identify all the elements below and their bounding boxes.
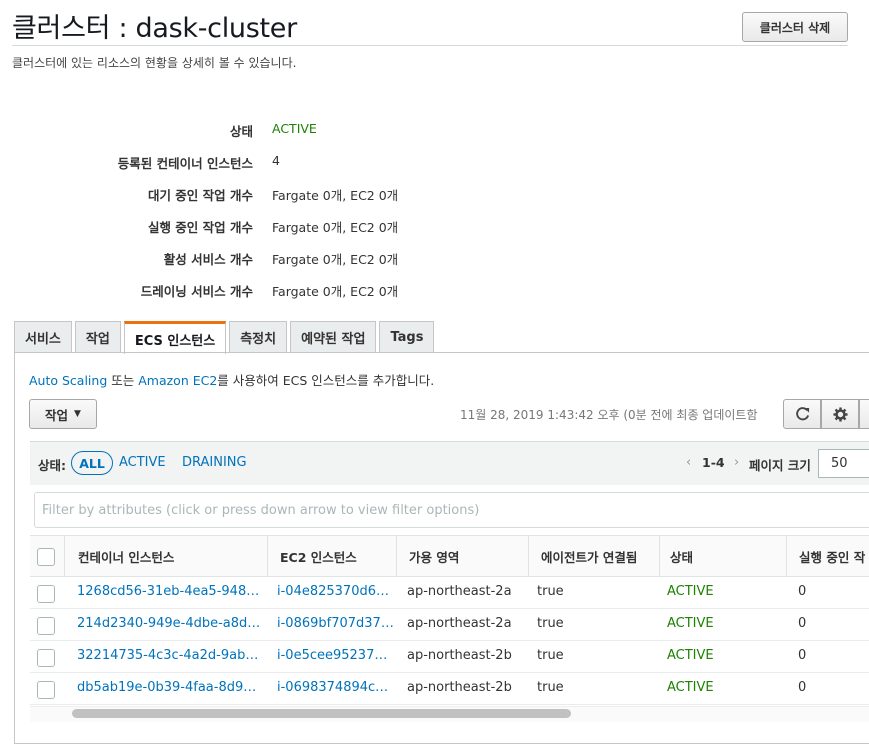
detail-label-active-services: 활성 서비스 개수 [163,252,253,267]
running-tasks-cell: 0 [798,648,807,663]
prev-page-icon[interactable]: ‹ [686,455,691,470]
more-options-button[interactable] [859,399,869,429]
status-filter-active[interactable]: ACTIVE [119,455,166,470]
row-checkbox[interactable] [37,585,55,603]
column-header-running-tasks[interactable]: 실행 중인 작 [799,547,865,566]
tab-divider [14,352,869,353]
tab-tags[interactable]: Tags [379,321,435,353]
column-separator [64,535,65,577]
refresh-icon [795,406,809,420]
status-filter-all[interactable]: ALL [71,451,113,475]
status-filter-label: 상태: [38,458,66,473]
detail-label-draining-services: 드레이닝 서비스 개수 [140,284,253,299]
page-subtitle: 클러스터에 있는 리소스의 현황을 상세히 볼 수 있습니다. [12,56,297,70]
container-instance-link[interactable]: 32214735-4c3c-4a2d-9ab… [77,648,258,663]
detail-value-active-services: Fargate 0개, EC2 0개 [272,252,399,267]
detail-value-status: ACTIVE [272,121,317,136]
row-checkbox[interactable] [37,681,55,699]
column-header-ec2-instance[interactable]: EC2 인스턴스 [280,547,357,566]
running-tasks-cell: 0 [798,616,807,631]
status-cell: ACTIVE [667,616,714,631]
container-instance-link[interactable]: db5ab19e-0b39-4faa-8d9… [77,680,256,695]
availability-zone-cell: ap-northeast-2a [407,616,512,631]
detail-value-registered-instances: 4 [272,153,280,168]
agent-connected-cell: true [537,584,564,599]
ec2-instance-link[interactable]: i-0e5cee95237… [277,648,387,663]
column-separator [659,535,660,577]
status-cell: ACTIVE [667,584,714,599]
next-page-icon[interactable]: › [734,455,739,470]
select-all-checkbox[interactable] [37,548,55,566]
detail-value-draining-services: Fargate 0개, EC2 0개 [272,284,399,299]
agent-connected-cell: true [537,616,564,631]
info-text-or: 또는 [107,373,139,388]
detail-label-registered-instances: 등록된 컨테이너 인스턴스 [117,156,253,171]
row-checkbox[interactable] [37,617,55,635]
column-header-container-instance[interactable]: 컨테이너 인스턴스 [78,547,174,566]
ec2-instance-link[interactable]: i-0869bf707d37… [277,616,394,631]
auto-scaling-link[interactable]: Auto Scaling [29,373,107,388]
row-checkbox[interactable] [37,649,55,667]
title-divider [12,45,848,46]
detail-label-pending-tasks: 대기 중인 작업 개수 [147,188,253,203]
amazon-ec2-link[interactable]: Amazon EC2 [138,373,217,388]
availability-zone-cell: ap-northeast-2a [407,584,512,599]
page-range: 1-4 [702,455,725,470]
tab-ecs-instances[interactable]: ECS 인스턴스 [123,321,227,354]
scrollbar-thumb[interactable] [72,709,571,718]
refresh-button[interactable] [783,399,821,429]
agent-connected-cell: true [537,680,564,695]
ec2-instance-link[interactable]: i-0698374894c… [277,680,388,695]
availability-zone-cell: ap-northeast-2b [407,648,512,663]
tab-bar: 서비스 작업 ECS 인스턴스 측정치 예약된 작업 Tags [14,321,437,354]
detail-label-running-tasks: 실행 중인 작업 개수 [147,220,253,235]
page-title: 클러스터 : dask-cluster [12,13,297,44]
column-separator [786,535,787,577]
tab-tasks[interactable]: 작업 [74,321,121,353]
running-tasks-cell: 0 [798,584,807,599]
delete-cluster-button[interactable]: 클러스터 삭제 [742,12,848,42]
settings-button[interactable] [821,399,859,429]
agent-connected-cell: true [537,648,564,663]
container-instance-link[interactable]: 1268cd56-31eb-4ea5-948… [77,584,259,599]
panel-border-left [14,352,15,744]
column-separator [528,535,529,577]
gear-icon [832,406,848,422]
status-cell: ACTIVE [667,648,714,663]
detail-value-running-tasks: Fargate 0개, EC2 0개 [272,220,399,235]
ec2-instance-link[interactable]: i-04e825370d6… [277,584,389,599]
running-tasks-cell: 0 [798,680,807,695]
tab-services[interactable]: 서비스 [14,321,72,353]
tab-scheduled-tasks[interactable]: 예약된 작업 [290,321,377,353]
container-instance-link[interactable]: 214d2340-949e-4dbe-a8d… [77,616,260,631]
actions-dropdown-button[interactable]: 작업 ▼ [29,399,97,429]
page-size-input[interactable]: 50 [818,449,869,478]
filter-search-input[interactable]: Filter by attributes (click or press dow… [34,492,869,528]
detail-value-pending-tasks: Fargate 0개, EC2 0개 [272,188,399,203]
availability-zone-cell: ap-northeast-2b [407,680,512,695]
column-header-status[interactable]: 상태 [670,547,693,566]
actions-label: 작업 [45,407,69,423]
caret-down-icon: ▼ [74,409,81,419]
info-message: Auto Scaling 또는 Amazon EC2를 사용하여 ECS 인스턴… [29,370,434,389]
column-header-availability-zone[interactable]: 가용 영역 [409,547,459,566]
tab-metrics[interactable]: 측정치 [229,321,288,353]
page-size-label: 페이지 크기 [749,458,811,473]
column-separator [267,535,268,577]
status-filter-draining[interactable]: DRAINING [182,455,247,470]
column-header-agent-connected[interactable]: 에이전트가 연결됨 [541,547,637,566]
info-text-rest: 를 사용하여 ECS 인스턴스를 추가합니다. [217,373,435,388]
last-updated-text: 11월 28, 2019 1:43:42 오후 (0분 전에 최종 업데이트함 [460,408,758,422]
status-cell: ACTIVE [667,680,714,695]
column-separator [396,535,397,577]
panel-border-bottom [14,743,869,744]
detail-label-status: 상태 [229,124,253,139]
